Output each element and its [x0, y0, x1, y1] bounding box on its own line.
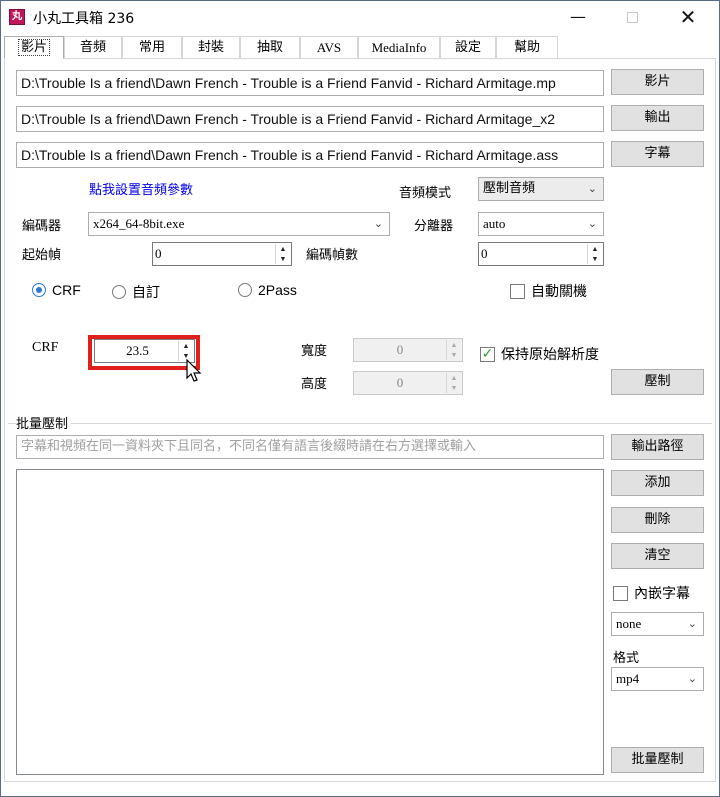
chevron-down-icon: ⌄: [373, 218, 383, 230]
subtitle-language-select[interactable]: none ⌄: [611, 612, 704, 636]
tab-video[interactable]: 影片: [4, 36, 64, 59]
clear-button[interactable]: 清空: [611, 543, 704, 569]
title-bar: 丸 小丸工具箱 236 — ✕: [1, 1, 719, 33]
tab-avs[interactable]: AVS: [300, 36, 358, 58]
frame-count-label: 編碼幀數: [306, 248, 359, 263]
tab-mux[interactable]: 封裝: [182, 36, 240, 58]
chevron-down-icon: ⌄: [687, 618, 697, 630]
stepper-up-icon[interactable]: ▲: [588, 244, 602, 254]
radio-2pass[interactable]: 2Pass: [238, 282, 297, 298]
stepper-down-icon[interactable]: ▼: [447, 350, 461, 360]
demuxer-select[interactable]: auto ⌄: [478, 212, 604, 236]
tab-audio[interactable]: 音頻: [64, 36, 122, 58]
width-stepper[interactable]: 0 ▲ ▼: [353, 338, 463, 362]
radio-selected-icon: [32, 283, 46, 297]
delete-button[interactable]: 刪除: [611, 507, 704, 533]
width-label: 寬度: [301, 344, 328, 359]
subtitle-button[interactable]: 字幕: [611, 141, 704, 167]
stepper-up-icon[interactable]: ▲: [447, 340, 461, 350]
tab-strip: 影片 音頻 常用 封裝 抽取 AVS MediaInfo 設定 幫助: [4, 36, 716, 59]
app-window: 丸 小丸工具箱 236 — ✕ 影片 音頻 常用 封裝 抽取 AVS Media…: [0, 0, 720, 797]
stepper-buttons[interactable]: ▲ ▼: [275, 244, 290, 264]
start-frame-stepper[interactable]: 0 ▲ ▼: [152, 242, 292, 266]
start-frame-label: 起始幀: [22, 248, 62, 263]
audio-settings-link[interactable]: 點我設置音頻參數: [89, 179, 193, 198]
keep-resolution-checkbox[interactable]: ✓ 保持原始解析度: [480, 344, 599, 364]
video-path-field[interactable]: D:\Trouble Is a friend\Dawn French - Tro…: [16, 70, 604, 96]
output-path-button[interactable]: 輸出路徑: [611, 434, 704, 460]
chevron-down-icon: ⌄: [687, 673, 697, 685]
audio-mode-select[interactable]: 壓制音頻 ⌄: [478, 177, 604, 201]
batch-hint-input[interactable]: 字幕和視頻在同一資料夾下且同名，不同名僅有語言後綴時請在右方選擇或輸入: [16, 435, 604, 459]
stepper-down-icon[interactable]: ▼: [588, 254, 602, 264]
frame-count-stepper[interactable]: 0 ▲ ▼: [478, 242, 604, 266]
audio-mode-label: 音頻模式: [399, 186, 452, 201]
output-button[interactable]: 輸出: [611, 105, 704, 131]
tab-mediainfo[interactable]: MediaInfo: [358, 36, 440, 58]
stepper-up-icon[interactable]: ▲: [276, 244, 290, 254]
tab-common[interactable]: 常用: [122, 36, 182, 58]
stepper-buttons[interactable]: ▲ ▼: [446, 373, 461, 393]
checkbox-empty-icon: [510, 283, 525, 299]
window-title: 小丸工具箱 236: [33, 11, 135, 27]
video-button[interactable]: 影片: [611, 69, 704, 95]
radio-unselected-icon: [238, 283, 252, 297]
radio-unselected-icon: [112, 285, 126, 299]
batch-encode-button[interactable]: 批量壓制: [611, 747, 704, 773]
stepper-down-icon[interactable]: ▼: [276, 254, 290, 264]
highlight-box: [88, 335, 200, 370]
stepper-buttons[interactable]: ▲ ▼: [446, 340, 461, 360]
auto-shutdown-checkbox[interactable]: 自動關機: [510, 281, 587, 301]
checkmark-icon: ✓: [480, 345, 495, 362]
chevron-down-icon: ⌄: [587, 182, 597, 195]
tab-help[interactable]: 幫助: [496, 36, 558, 58]
output-path-field[interactable]: D:\Trouble Is a friend\Dawn French - Tro…: [16, 106, 604, 132]
maximize-icon: [626, 12, 638, 23]
batch-group-label: 批量壓制: [16, 413, 72, 432]
tab-extract[interactable]: 抽取: [240, 36, 300, 58]
encode-button[interactable]: 壓制: [611, 369, 704, 395]
encoder-label: 編碼器: [22, 219, 62, 234]
stepper-buttons[interactable]: ▲ ▼: [587, 244, 602, 264]
height-label: 高度: [301, 377, 328, 392]
add-button[interactable]: 添加: [611, 470, 704, 496]
checkbox-empty-icon: [613, 585, 628, 601]
mouse-cursor-icon: [186, 359, 202, 382]
tab-settings[interactable]: 設定: [440, 36, 496, 58]
batch-group-border: [8, 423, 712, 424]
close-button[interactable]: ✕: [665, 1, 711, 33]
encoder-select[interactable]: x264_64-8bit.exe ⌄: [88, 212, 390, 236]
format-label: 格式: [613, 651, 640, 666]
radio-crf[interactable]: CRF: [32, 282, 81, 298]
batch-file-list[interactable]: [16, 469, 604, 775]
chevron-down-icon: ⌄: [587, 218, 597, 230]
height-stepper[interactable]: 0 ▲ ▼: [353, 371, 463, 395]
stepper-down-icon[interactable]: ▼: [447, 383, 461, 393]
crf-label: CRF: [32, 340, 59, 355]
radio-custom[interactable]: 自訂: [112, 282, 160, 302]
demuxer-label: 分離器: [414, 219, 454, 234]
stepper-up-icon[interactable]: ▲: [447, 373, 461, 383]
embed-subtitles-checkbox[interactable]: 內嵌字幕: [613, 583, 690, 603]
format-select[interactable]: mp4 ⌄: [611, 667, 704, 691]
app-logo-icon: 丸: [9, 9, 25, 25]
subtitle-path-field[interactable]: D:\Trouble Is a friend\Dawn French - Tro…: [16, 142, 604, 168]
maximize-button[interactable]: [609, 1, 655, 33]
minimize-button[interactable]: —: [555, 1, 601, 33]
